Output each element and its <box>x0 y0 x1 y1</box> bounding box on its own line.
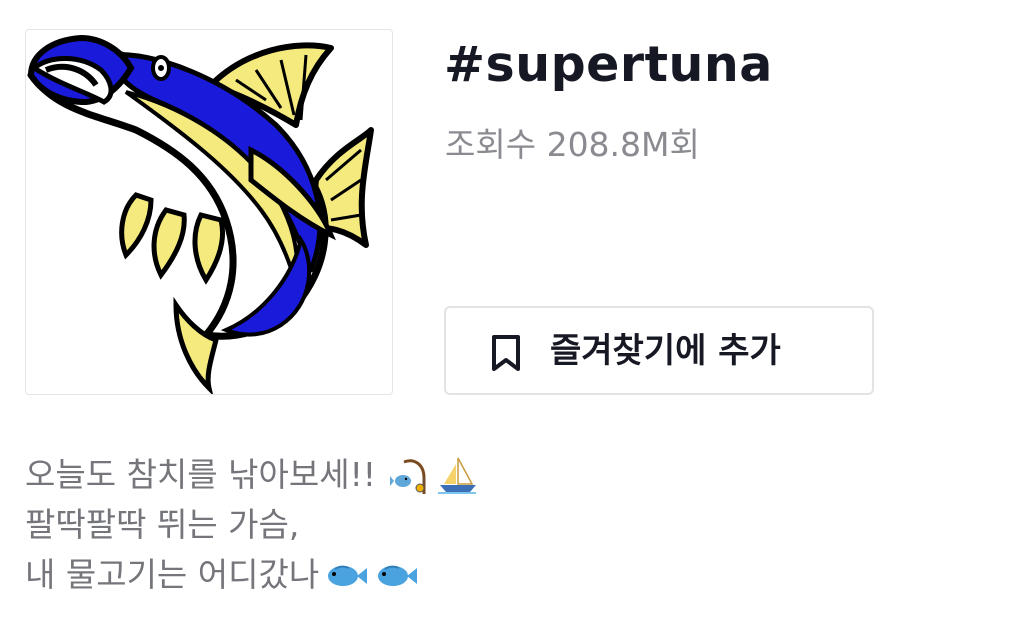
bookmark-icon <box>489 333 523 373</box>
tuna-fish-icon <box>27 34 374 394</box>
hashtag-description: 오늘도 참치를 낚아보세!! 팔딱팔딱 뛰는 가슴, 내 물고기는 어디갔나 <box>25 450 478 600</box>
description-line: 오늘도 참치를 낚아보세!! <box>25 450 478 500</box>
hashtag-title: #supertuna <box>444 36 773 93</box>
fishing-pole-emoji <box>390 454 432 496</box>
fish-emoji <box>373 554 419 596</box>
fish-emoji <box>323 554 369 596</box>
add-to-favorites-button[interactable]: 즐겨찾기에 추가 <box>444 306 874 395</box>
description-line: 내 물고기는 어디갔나 <box>25 550 478 600</box>
view-count: 조회수 208.8M회 <box>445 125 700 164</box>
sailboat-emoji <box>436 454 478 496</box>
hashtag-cover-image <box>25 29 393 395</box>
description-line-text: 내 물고기는 어디갔나 <box>25 555 320 594</box>
description-line-text: 오늘도 참치를 낚아보세!! <box>25 455 377 494</box>
description-line-text: 팔딱팔딱 뛰는 가슴, <box>25 505 300 544</box>
hashtag-page: #supertuna 조회수 208.8M회 즐겨찾기에 추가 오늘도 참치를 … <box>0 0 1024 627</box>
description-line: 팔딱팔딱 뛰는 가슴, <box>25 500 478 550</box>
add-to-favorites-label: 즐겨찾기에 추가 <box>550 331 781 371</box>
